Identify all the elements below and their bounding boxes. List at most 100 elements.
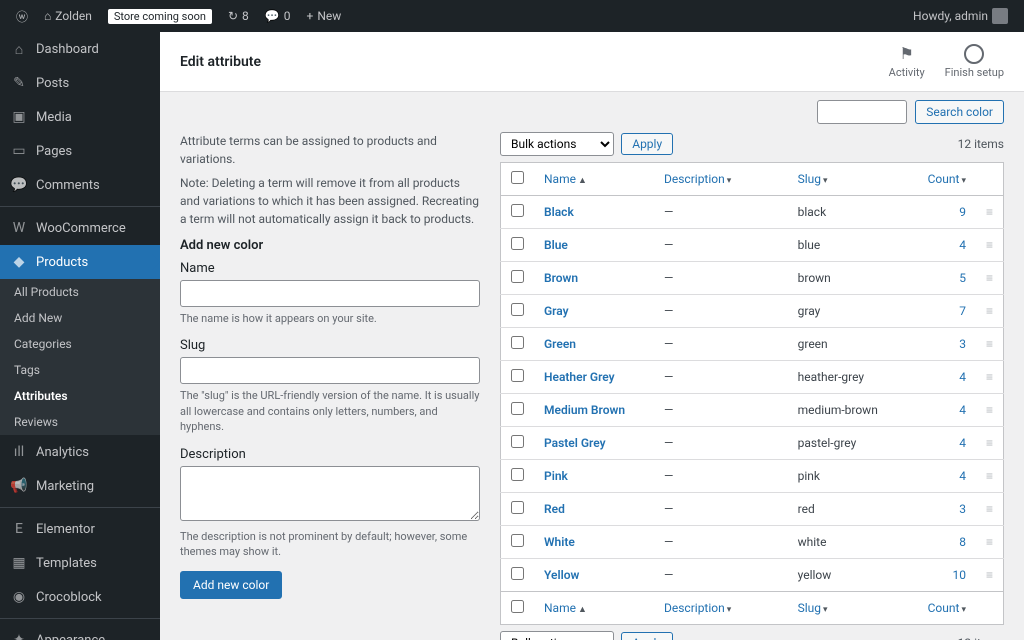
description-input[interactable] [180,466,480,521]
bulk-actions-select-bottom[interactable]: Bulk actions [500,631,614,640]
menu-label: Posts [36,76,69,91]
menu-media[interactable]: ▣Media [0,100,160,134]
drag-handle-icon[interactable]: ≡ [976,328,1004,361]
term-count-link[interactable]: 5 [959,271,966,285]
term-name-link[interactable]: Pink [544,469,568,483]
term-name-link[interactable]: Pastel Grey [544,436,606,450]
term-name-link[interactable]: White [544,535,575,549]
drag-handle-icon[interactable]: ≡ [976,559,1004,592]
drag-handle-icon[interactable]: ≡ [976,427,1004,460]
menu-posts[interactable]: ✎Posts [0,66,160,100]
drag-handle-icon[interactable]: ≡ [976,526,1004,559]
drag-handle-icon[interactable]: ≡ [976,361,1004,394]
term-name-link[interactable]: Medium Brown [544,403,625,417]
row-checkbox[interactable] [511,501,524,514]
term-count-link[interactable]: 10 [952,568,966,582]
term-name-link[interactable]: Heather Grey [544,370,615,384]
menu-crocoblock[interactable]: ◉Crocoblock [0,580,160,614]
menu-woocommerce[interactable]: WWooCommerce [0,211,160,245]
add-color-button[interactable]: Add new color [180,571,282,599]
comments-link[interactable]: 💬 0 [257,0,299,32]
term-count-link[interactable]: 4 [959,370,966,384]
term-count-link[interactable]: 3 [959,337,966,351]
menu-icon: ▣ [10,108,28,126]
row-checkbox[interactable] [511,270,524,283]
col-description[interactable]: Description▾ [654,163,788,196]
col-description-foot[interactable]: Description▾ [654,592,788,625]
admin-sidebar: ⌂Dashboard✎Posts▣Media▭Pages💬Comments WWo… [0,32,160,640]
row-checkbox[interactable] [511,402,524,415]
activity-button[interactable]: ⚑ Activity [889,44,925,79]
search-button[interactable]: Search color [915,100,1004,124]
term-count-link[interactable]: 8 [959,535,966,549]
submenu-tags[interactable]: Tags [0,357,160,383]
term-count-link[interactable]: 3 [959,502,966,516]
term-name-link[interactable]: Blue [544,238,568,252]
apply-button-bottom[interactable]: Apply [621,632,673,640]
menu-dashboard[interactable]: ⌂Dashboard [0,32,160,66]
row-checkbox[interactable] [511,336,524,349]
howdy[interactable]: Howdy, admin [905,0,1016,32]
term-name-link[interactable]: Green [544,337,576,351]
menu-icon: ▦ [10,554,28,572]
menu-products[interactable]: ◆Products [0,245,160,279]
drag-handle-icon[interactable]: ≡ [976,493,1004,526]
row-checkbox[interactable] [511,534,524,547]
site-link[interactable]: ⌂ Zolden [36,0,100,32]
term-name-link[interactable]: Brown [544,271,578,285]
menu-marketing[interactable]: 📢Marketing [0,469,160,503]
menu-templates[interactable]: ▦Templates [0,546,160,580]
drag-handle-icon[interactable]: ≡ [976,262,1004,295]
menu-analytics[interactable]: ıllAnalytics [0,435,160,469]
row-checkbox[interactable] [511,204,524,217]
term-name-link[interactable]: Red [544,502,565,516]
term-count-link[interactable]: 4 [959,403,966,417]
search-input[interactable] [817,100,907,124]
col-name-foot[interactable]: Name▲ [534,592,654,625]
row-checkbox[interactable] [511,435,524,448]
drag-handle-icon[interactable]: ≡ [976,460,1004,493]
term-count-link[interactable]: 4 [959,238,966,252]
apply-button-top[interactable]: Apply [621,133,673,155]
row-checkbox[interactable] [511,369,524,382]
updates-link[interactable]: ↻ 8 [220,0,257,32]
drag-handle-icon[interactable]: ≡ [976,196,1004,229]
drag-handle-icon[interactable]: ≡ [976,394,1004,427]
term-count-link[interactable]: 4 [959,469,966,483]
menu-comments[interactable]: 💬Comments [0,168,160,202]
term-name-link[interactable]: Yellow [544,568,579,582]
col-name[interactable]: Name▲ [534,163,654,196]
submenu-attributes[interactable]: Attributes [0,383,160,409]
row-checkbox[interactable] [511,237,524,250]
select-all-bottom[interactable] [511,600,524,613]
wp-logo[interactable]: ⓦ [8,0,36,32]
term-count-link[interactable]: 9 [959,205,966,219]
menu-appearance[interactable]: ✦Appearance [0,623,160,640]
finish-setup-button[interactable]: Finish setup [945,44,1004,79]
menu-elementor[interactable]: EElementor [0,512,160,546]
name-input[interactable] [180,280,480,307]
row-checkbox[interactable] [511,303,524,316]
submenu-all-products[interactable]: All Products [0,279,160,305]
submenu-add-new[interactable]: Add New [0,305,160,331]
col-count[interactable]: Count▾ [918,163,976,196]
bulk-actions-select-top[interactable]: Bulk actions [500,132,614,156]
col-slug[interactable]: Slug▾ [788,163,918,196]
term-name-link[interactable]: Gray [544,304,569,318]
term-count-link[interactable]: 4 [959,436,966,450]
new-link[interactable]: + New [299,0,350,32]
submenu-categories[interactable]: Categories [0,331,160,357]
term-name-link[interactable]: Black [544,205,574,219]
drag-handle-icon[interactable]: ≡ [976,295,1004,328]
row-checkbox[interactable] [511,567,524,580]
term-count-link[interactable]: 7 [959,304,966,318]
slug-input[interactable] [180,357,480,384]
select-all-top[interactable] [511,171,524,184]
submenu-reviews[interactable]: Reviews [0,409,160,435]
menu-pages[interactable]: ▭Pages [0,134,160,168]
store-badge[interactable]: Store coming soon [100,0,220,32]
col-slug-foot[interactable]: Slug▾ [788,592,918,625]
drag-handle-icon[interactable]: ≡ [976,229,1004,262]
col-count-foot[interactable]: Count▾ [918,592,976,625]
row-checkbox[interactable] [511,468,524,481]
